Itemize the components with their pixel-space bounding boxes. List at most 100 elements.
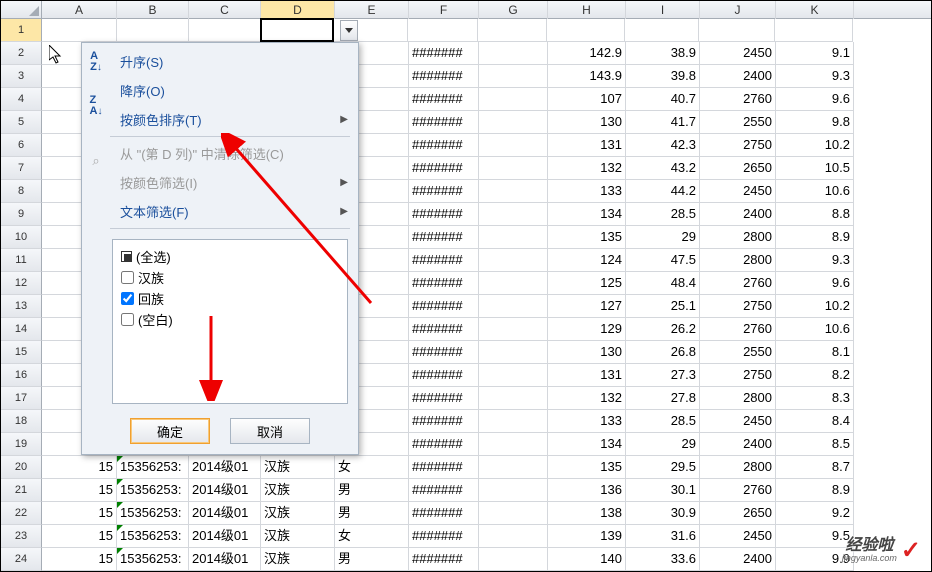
cell[interactable]: 29.5 [626, 456, 700, 479]
checkbox-input[interactable] [121, 271, 134, 284]
cell[interactable]: 29 [626, 226, 700, 249]
cell[interactable]: 42.3 [626, 134, 700, 157]
cell[interactable]: 9.6 [776, 272, 854, 295]
cell[interactable]: 2650 [700, 157, 776, 180]
cell[interactable] [479, 318, 548, 341]
cell[interactable]: 142.9 [548, 42, 626, 65]
checkbox-select-all[interactable]: (全选) [119, 246, 341, 267]
col-header-F[interactable]: F [409, 1, 479, 19]
cell[interactable]: 27.8 [626, 387, 700, 410]
cell[interactable]: 15 [42, 502, 117, 525]
cell[interactable]: 2450 [700, 180, 776, 203]
col-header-E[interactable]: E [335, 1, 409, 19]
cell[interactable] [479, 364, 548, 387]
cell[interactable]: 2550 [700, 111, 776, 134]
cell[interactable]: 汉族 [261, 525, 335, 548]
cell[interactable] [42, 19, 117, 42]
menu-sort-asc[interactable]: 升序(S) [110, 47, 358, 76]
cell[interactable]: 48.4 [626, 272, 700, 295]
cell[interactable]: 2014级01 [189, 525, 261, 548]
cell[interactable]: 9.8 [776, 111, 854, 134]
cell[interactable]: 129 [548, 318, 626, 341]
cell[interactable]: 136 [548, 479, 626, 502]
cell[interactable]: 2014级01 [189, 502, 261, 525]
row-header-23[interactable]: 23 [1, 525, 42, 548]
cell[interactable]: 133 [548, 180, 626, 203]
cell[interactable]: 2650 [700, 502, 776, 525]
cell[interactable]: ####### [409, 525, 479, 548]
cell[interactable]: ####### [409, 42, 479, 65]
cell[interactable]: 15356253: [117, 502, 189, 525]
cell[interactable]: ####### [409, 134, 479, 157]
cell[interactable]: 2014级01 [189, 456, 261, 479]
select-all-corner[interactable] [1, 1, 42, 19]
row-header-7[interactable]: 7 [1, 157, 42, 180]
col-header-B[interactable]: B [117, 1, 189, 19]
cell[interactable] [479, 157, 548, 180]
cell[interactable] [479, 387, 548, 410]
row-header-24[interactable]: 24 [1, 548, 42, 571]
cell[interactable] [775, 19, 853, 42]
cell[interactable]: 28.5 [626, 410, 700, 433]
cell[interactable]: 汉族 [261, 479, 335, 502]
col-header-D[interactable]: D [261, 1, 335, 19]
cell[interactable]: 107 [548, 88, 626, 111]
cell[interactable]: 2450 [700, 42, 776, 65]
row-header-13[interactable]: 13 [1, 295, 42, 318]
cell[interactable]: 30.9 [626, 502, 700, 525]
cell[interactable]: 2760 [700, 318, 776, 341]
cell[interactable]: 2800 [700, 226, 776, 249]
cell[interactable]: 39.8 [626, 65, 700, 88]
cell[interactable]: 15356253: [117, 525, 189, 548]
cell[interactable]: 15356253: [117, 479, 189, 502]
cell[interactable] [699, 19, 775, 42]
cell[interactable]: 8.3 [776, 387, 854, 410]
row-header-2[interactable]: 2 [1, 42, 42, 65]
cell[interactable]: 134 [548, 433, 626, 456]
cell[interactable]: ####### [409, 226, 479, 249]
cell[interactable]: 9.6 [776, 88, 854, 111]
cell[interactable]: ####### [409, 502, 479, 525]
cell[interactable]: ####### [409, 180, 479, 203]
cell[interactable]: ####### [409, 479, 479, 502]
cell[interactable] [479, 548, 548, 571]
cell[interactable]: 38.9 [626, 42, 700, 65]
row-header-11[interactable]: 11 [1, 249, 42, 272]
cell[interactable] [189, 19, 261, 42]
cell[interactable] [479, 65, 548, 88]
cell[interactable]: 8.5 [776, 433, 854, 456]
row-header-20[interactable]: 20 [1, 456, 42, 479]
row-header-14[interactable]: 14 [1, 318, 42, 341]
cell[interactable]: ####### [409, 203, 479, 226]
cell[interactable]: 8.9 [776, 226, 854, 249]
cell[interactable] [479, 88, 548, 111]
cell[interactable]: 143.9 [548, 65, 626, 88]
cell[interactable]: ####### [409, 249, 479, 272]
cell[interactable]: 2800 [700, 387, 776, 410]
row-header-6[interactable]: 6 [1, 134, 42, 157]
cell[interactable] [479, 249, 548, 272]
col-header-K[interactable]: K [776, 1, 854, 19]
cell[interactable]: 28.5 [626, 203, 700, 226]
cell[interactable]: 汉族 [261, 456, 335, 479]
col-header-J[interactable]: J [700, 1, 776, 19]
cell[interactable]: 15 [42, 525, 117, 548]
cell[interactable]: ####### [409, 364, 479, 387]
cell[interactable]: 15 [42, 479, 117, 502]
checkbox-item-3[interactable]: (空白) [119, 309, 341, 330]
cell[interactable]: 9.3 [776, 65, 854, 88]
cell[interactable]: 男 [335, 548, 409, 571]
row-header-10[interactable]: 10 [1, 226, 42, 249]
cell[interactable]: 15356253: [117, 456, 189, 479]
cell[interactable]: 2760 [700, 88, 776, 111]
col-header-G[interactable]: G [479, 1, 548, 19]
cell[interactable]: 9.2 [776, 502, 854, 525]
cell[interactable]: 25.1 [626, 295, 700, 318]
cell[interactable]: 135 [548, 226, 626, 249]
checkbox-input[interactable] [121, 292, 134, 305]
cell[interactable]: 31.6 [626, 525, 700, 548]
cell[interactable]: 2800 [700, 249, 776, 272]
cell[interactable]: 139 [548, 525, 626, 548]
cell[interactable]: 2400 [700, 65, 776, 88]
col-header-I[interactable]: I [626, 1, 700, 19]
